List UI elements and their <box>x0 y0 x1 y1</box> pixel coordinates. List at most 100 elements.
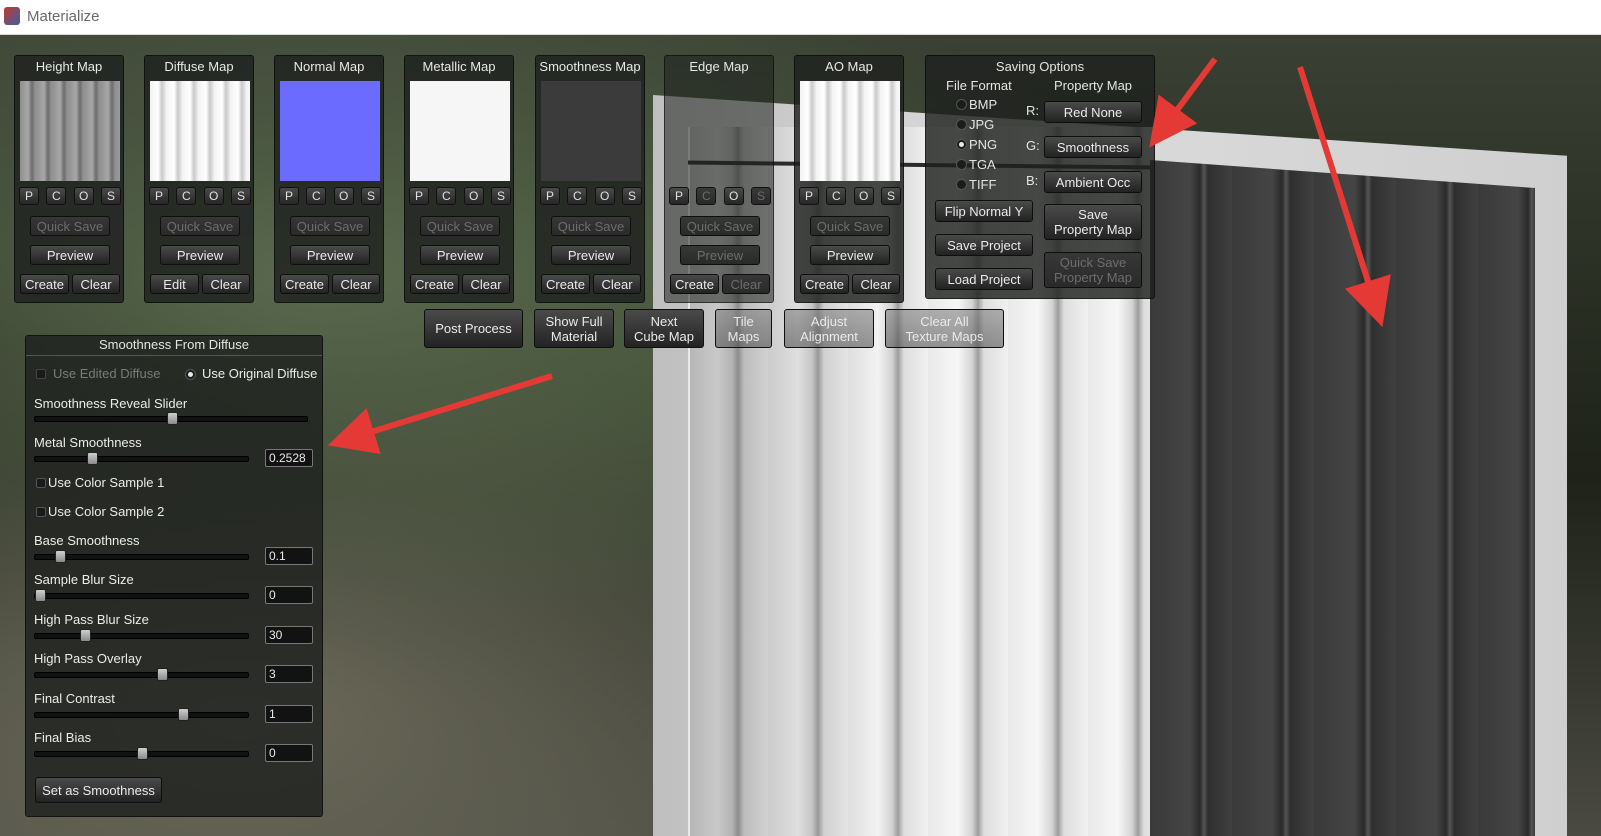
load-project-button[interactable]: Load Project <box>935 268 1033 290</box>
metallic-map-quick-save-button[interactable]: Quick Save <box>420 216 500 236</box>
sample-blur-slider[interactable] <box>34 589 249 602</box>
edge-map-s-button[interactable]: S <box>750 187 771 205</box>
next-cube-map-button[interactable]: Next Cube Map <box>624 309 704 348</box>
format-tiff[interactable]: TIFF <box>956 177 996 192</box>
flip-normal-y-button[interactable]: Flip Normal Y <box>935 200 1033 222</box>
height-map-thumbnail[interactable] <box>20 81 120 181</box>
ao-map-create-button[interactable]: Create <box>800 274 849 294</box>
save-property-map-button[interactable]: Save Property Map <box>1044 204 1142 240</box>
radio-bmp[interactable] <box>956 99 967 110</box>
channel-g-button[interactable]: Smoothness <box>1044 136 1142 158</box>
radio-png[interactable] <box>956 139 967 150</box>
final-contrast-input[interactable]: 1 <box>265 705 313 723</box>
diffuse-map-quick-save-button[interactable]: Quick Save <box>160 216 240 236</box>
radio-jpg[interactable] <box>956 119 967 130</box>
high-pass-overlay-input[interactable]: 3 <box>265 665 313 683</box>
ao-map-p-button[interactable]: P <box>799 187 819 205</box>
metallic-map-clear-button[interactable]: Clear <box>462 274 510 294</box>
format-png[interactable]: PNG <box>956 137 997 152</box>
save-project-button[interactable]: Save Project <box>935 234 1033 256</box>
final-contrast-slider[interactable] <box>34 708 249 721</box>
smoothness-map-thumbnail[interactable] <box>541 81 641 181</box>
smoothness-map-p-button[interactable]: P <box>540 187 560 205</box>
metallic-map-c-button[interactable]: C <box>436 187 457 205</box>
normal-map-create-button[interactable]: Create <box>280 274 329 294</box>
smoothness-map-clear-button[interactable]: Clear <box>593 274 641 294</box>
reveal-slider[interactable] <box>34 412 308 425</box>
metallic-map-thumbnail[interactable] <box>410 81 510 181</box>
ao-map-thumbnail[interactable] <box>800 81 900 181</box>
radio-tga[interactable] <box>956 159 967 170</box>
use-edited-diffuse-checkbox[interactable] <box>36 369 46 379</box>
edge-map-thumbnail[interactable] <box>670 81 770 181</box>
final-contrast-thumb[interactable] <box>178 708 189 721</box>
diffuse-map-s-button[interactable]: S <box>230 187 251 205</box>
height-map-s-button[interactable]: S <box>100 187 121 205</box>
normal-map-preview-button[interactable]: Preview <box>290 245 370 265</box>
color-sample-1-checkbox[interactable] <box>36 478 46 488</box>
edge-map-o-button[interactable]: O <box>723 187 744 205</box>
adjust-alignment-button[interactable]: Adjust Alignment <box>784 309 874 348</box>
clear-all-texture-maps-button[interactable]: Clear All Texture Maps <box>885 309 1004 348</box>
use-original-diffuse-radio[interactable] <box>185 369 196 380</box>
channel-b-button[interactable]: Ambient Occ <box>1044 171 1142 193</box>
base-smoothness-input[interactable]: 0.1 <box>265 547 313 565</box>
format-tga[interactable]: TGA <box>956 157 996 172</box>
smoothness-map-c-button[interactable]: C <box>567 187 588 205</box>
height-map-p-button[interactable]: P <box>19 187 39 205</box>
base-smoothness-slider[interactable] <box>34 550 249 563</box>
normal-map-o-button[interactable]: O <box>333 187 354 205</box>
metallic-map-preview-button[interactable]: Preview <box>420 245 500 265</box>
ao-map-clear-button[interactable]: Clear <box>852 274 900 294</box>
edge-map-create-button[interactable]: Create <box>670 274 719 294</box>
metallic-map-create-button[interactable]: Create <box>410 274 459 294</box>
diffuse-map-clear-button[interactable]: Clear <box>202 274 250 294</box>
diffuse-map-c-button[interactable]: C <box>176 187 197 205</box>
base-smoothness-thumb[interactable] <box>55 550 66 563</box>
edge-map-preview-button[interactable]: Preview <box>680 245 760 265</box>
show-full-material-button[interactable]: Show Full Material <box>534 309 614 348</box>
final-bias-slider[interactable] <box>34 747 249 760</box>
set-as-smoothness-button[interactable]: Set as Smoothness <box>35 777 162 803</box>
ao-map-preview-button[interactable]: Preview <box>810 245 890 265</box>
metal-smoothness-input[interactable]: 0.2528 <box>265 449 313 467</box>
high-pass-overlay-thumb[interactable] <box>157 668 168 681</box>
ao-map-c-button[interactable]: C <box>826 187 847 205</box>
edge-map-c-button[interactable]: C <box>696 187 717 205</box>
height-map-o-button[interactable]: O <box>73 187 94 205</box>
normal-map-p-button[interactable]: P <box>279 187 299 205</box>
edge-map-p-button[interactable]: P <box>669 187 689 205</box>
high-pass-blur-slider[interactable] <box>34 629 249 642</box>
edge-map-clear-button[interactable]: Clear <box>722 274 770 294</box>
post-process-button[interactable]: Post Process <box>424 309 523 348</box>
high-pass-overlay-slider[interactable] <box>34 668 249 681</box>
height-map-create-button[interactable]: Create <box>20 274 69 294</box>
metallic-map-o-button[interactable]: O <box>463 187 484 205</box>
diffuse-map-thumbnail[interactable] <box>150 81 250 181</box>
high-pass-blur-thumb[interactable] <box>80 629 91 642</box>
final-bias-input[interactable]: 0 <box>265 744 313 762</box>
normal-map-s-button[interactable]: S <box>360 187 381 205</box>
radio-tiff[interactable] <box>956 179 967 190</box>
smoothness-map-o-button[interactable]: O <box>594 187 615 205</box>
channel-r-button[interactable]: Red None <box>1044 101 1142 123</box>
height-map-c-button[interactable]: C <box>46 187 67 205</box>
normal-map-c-button[interactable]: C <box>306 187 327 205</box>
reveal-slider-thumb[interactable] <box>167 412 178 425</box>
smoothness-map-quick-save-button[interactable]: Quick Save <box>551 216 631 236</box>
final-bias-thumb[interactable] <box>137 747 148 760</box>
metal-smoothness-thumb[interactable] <box>87 452 98 465</box>
diffuse-map-o-button[interactable]: O <box>203 187 224 205</box>
high-pass-blur-input[interactable]: 30 <box>265 626 313 644</box>
height-map-quick-save-button[interactable]: Quick Save <box>30 216 110 236</box>
format-jpg[interactable]: JPG <box>956 117 994 132</box>
ao-map-quick-save-button[interactable]: Quick Save <box>810 216 890 236</box>
normal-map-quick-save-button[interactable]: Quick Save <box>290 216 370 236</box>
smoothness-map-preview-button[interactable]: Preview <box>551 245 631 265</box>
diffuse-map-preview-button[interactable]: Preview <box>160 245 240 265</box>
3d-viewport[interactable]: Height Map PCOS Quick Save Preview Creat… <box>0 35 1601 836</box>
color-sample-2-checkbox[interactable] <box>36 507 46 517</box>
height-map-preview-button[interactable]: Preview <box>30 245 110 265</box>
sample-blur-thumb[interactable] <box>35 589 46 602</box>
quick-save-property-map-button[interactable]: Quick Save Property Map <box>1044 252 1142 288</box>
